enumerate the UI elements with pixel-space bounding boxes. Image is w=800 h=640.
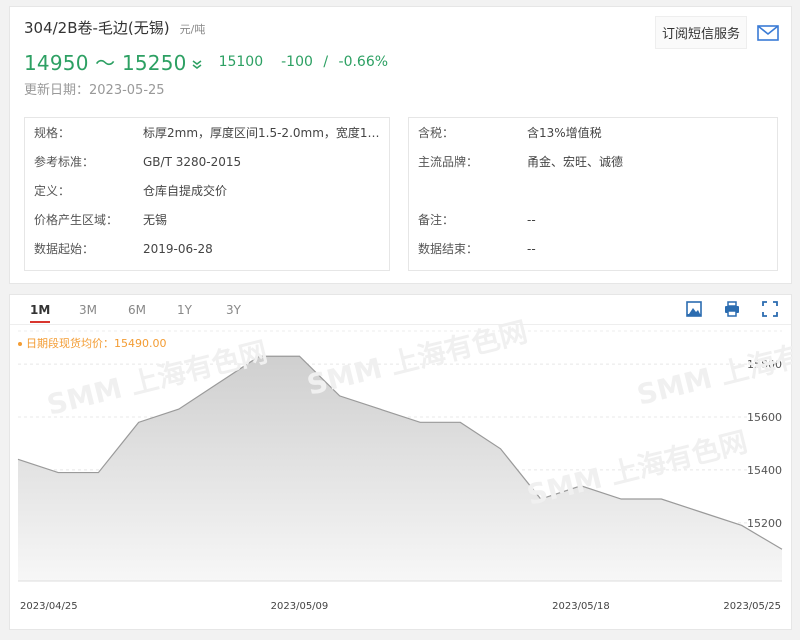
spec-value: -- (527, 241, 536, 256)
spec-key: 主流品牌： (418, 155, 479, 169)
spec-value: 甬金、宏旺、诚德 (527, 155, 624, 169)
updated-date: 更新日期：2023-05-25 (24, 83, 165, 98)
spec-table-left: 规格： 标厚2mm，厚度区间1.5-2.0mm，宽度1240... 参考标准： GB/… (24, 117, 390, 271)
title-row: 304/2B卷-毛边(无锡) 元/吨 (24, 17, 205, 38)
subscribe-group: 订阅短信服务 (654, 16, 779, 49)
fullscreen-icon[interactable] (761, 300, 779, 318)
watermark: SMM 上海有色网 (634, 325, 793, 412)
spec-table-right: 含税： 含13%增值税主流品牌： 甬金、宏旺、诚德备注： -- 数据结束： -- (408, 117, 778, 271)
spec-row: 含税： 含13%增值税 (409, 118, 777, 147)
spec-key: 价格产生区域： (34, 213, 119, 227)
price-chart-card: 15000152001540015600158002023/04/252023/… (9, 294, 793, 630)
x-tick-label: 2023/05/09 (271, 601, 329, 612)
spec-key: 规格： (34, 126, 71, 140)
tab-3y[interactable]: 3Y (226, 303, 275, 325)
spec-key: 含税： (418, 126, 455, 140)
y-tick-label: 15600 (747, 411, 782, 424)
spec-row: 备注： -- (409, 205, 777, 234)
download-icon[interactable] (685, 300, 703, 318)
subscribe-sms-button[interactable]: 订阅短信服务 (654, 16, 747, 49)
spec-row: 参考标准： GB/T 3280-2015 (25, 147, 389, 176)
range-tabs: 1M 3M 6M 1Y 3Y (30, 303, 275, 325)
spec-value: 2019-06-28 (143, 241, 213, 256)
spec-row: 规格： 标厚2mm，厚度区间1.5-2.0mm，宽度1240... (25, 118, 389, 147)
spec-row: 数据结束： -- (409, 234, 777, 263)
mail-icon[interactable] (757, 24, 779, 41)
spec-value: 含13%增值税 (527, 126, 602, 140)
spec-key: 参考标准： (34, 155, 95, 169)
print-icon[interactable] (723, 300, 741, 318)
price-range: 14950 ～ 15250 (24, 51, 187, 75)
average-price: 15100 (218, 53, 264, 70)
price-change: -100 / -0.66% (281, 54, 388, 70)
toolbar-divider (10, 324, 791, 325)
product-info-card: 304/2B卷-毛边(无锡) 元/吨 订阅短信服务 14950 ～ 15250 … (9, 6, 792, 284)
spec-key: 定义： (34, 184, 71, 198)
spec-row (409, 176, 777, 205)
double-chevron-down-icon (192, 59, 202, 69)
x-tick-label: 2023/05/25 (723, 601, 781, 612)
spec-key: 数据结束： (418, 242, 479, 256)
tab-1m[interactable]: 1M (30, 303, 79, 325)
x-tick-label: 2023/05/18 (552, 601, 610, 612)
spec-row: 主流品牌： 甬金、宏旺、诚德 (409, 147, 777, 176)
legend-text: 日期段现货均价：15490.00 (26, 337, 167, 350)
tab-6m[interactable]: 6M (128, 303, 177, 325)
price-change-value: -100 (281, 53, 313, 70)
tab-3m[interactable]: 3M (79, 303, 128, 325)
spec-value: -- (527, 212, 536, 227)
product-title: 304/2B卷-毛边(无锡) (24, 19, 170, 37)
spec-value: GB/T 3280-2015 (143, 154, 242, 169)
chart-toolbar (685, 300, 779, 318)
spec-key: 备注： (418, 213, 455, 227)
chart-legend: 日期段现货均价：15490.00 (18, 335, 167, 351)
y-tick-label: 15400 (747, 464, 782, 477)
tab-1y[interactable]: 1Y (177, 303, 226, 325)
y-tick-label: 15200 (747, 517, 782, 530)
spec-row: 价格产生区域： 无锡 (25, 205, 389, 234)
spec-row: 数据起始： 2019-06-28 (25, 234, 389, 263)
spec-row: 定义： 仓库自提成交价 (25, 176, 389, 205)
watermark: SMM 上海有色网 (304, 315, 531, 402)
spec-value: 无锡 (143, 213, 168, 227)
spec-value: 标厚2mm，厚度区间1.5-2.0mm，宽度1240... (143, 126, 387, 140)
legend-dot (18, 342, 22, 346)
spec-key: 数据起始： (34, 242, 95, 256)
x-tick-label: 2023/04/25 (20, 601, 78, 612)
price-row: 14950 ～ 15250 15100 -100 / -0.66% (24, 47, 388, 76)
price-change-percent: -0.66% (338, 53, 389, 70)
spec-value: 仓库自提成交价 (143, 184, 228, 198)
price-change-separator: / (323, 53, 329, 70)
price-unit: 元/吨 (179, 23, 206, 36)
